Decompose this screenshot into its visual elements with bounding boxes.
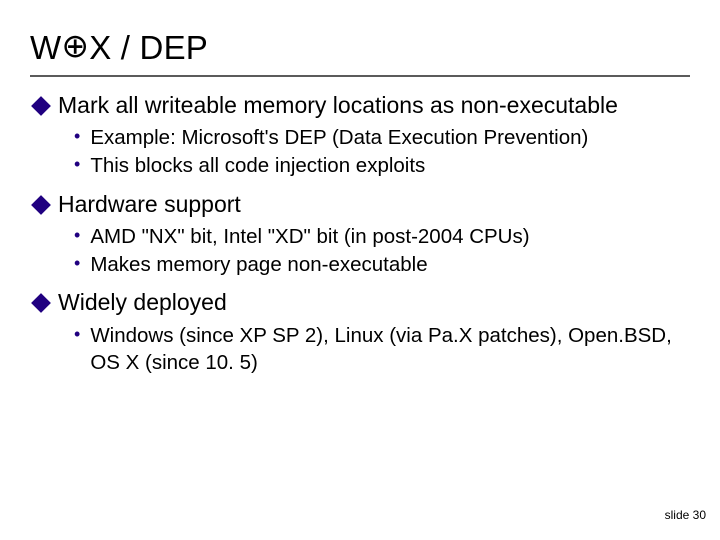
dot-icon: • [74,125,80,149]
sub-list: • AMD "NX" bit, Intel "XD" bit (in post-… [74,223,690,278]
dot-icon: • [74,252,80,276]
dot-icon: • [74,153,80,177]
bullet-l2-text: This blocks all code injection exploits [90,152,690,179]
title-rule [30,75,690,77]
diamond-icon [31,96,51,116]
diamond-icon [31,293,51,313]
diamond-icon [31,195,51,215]
section-2: Hardware support • AMD "NX" bit, Intel "… [30,190,690,279]
slide-number: slide 30 [665,508,706,522]
sub-list: • Example: Microsoft's DEP (Data Executi… [74,124,690,179]
bullet-l2-text: Example: Microsoft's DEP (Data Execution… [90,124,690,151]
bullet-l1: Widely deployed [34,288,690,317]
bullet-l2: • Makes memory page non-executable [74,251,690,278]
bullet-l1-text: Widely deployed [58,288,690,317]
bullet-l2-text: AMD "NX" bit, Intel "XD" bit (in post-20… [90,223,690,250]
title-post: X / DEP [89,29,208,66]
sub-list: • Windows (since XP SP 2), Linux (via Pa… [74,322,690,376]
bullet-l2-text: Windows (since XP SP 2), Linux (via Pa.X… [90,322,690,376]
dot-icon: • [74,323,80,347]
title-pre: W [30,29,61,66]
dot-icon: • [74,224,80,248]
bullet-l2-text: Makes memory page non-executable [90,251,690,278]
bullet-l1-text: Hardware support [58,190,690,219]
section-3: Widely deployed • Windows (since XP SP 2… [30,288,690,376]
bullet-l1: Mark all writeable memory locations as n… [34,91,690,120]
bullet-l2: • Windows (since XP SP 2), Linux (via Pa… [74,322,690,376]
bullet-l2: • AMD "NX" bit, Intel "XD" bit (in post-… [74,223,690,250]
slide-title: W⊕X / DEP [30,26,690,67]
bullet-l2: • Example: Microsoft's DEP (Data Executi… [74,124,690,151]
section-1: Mark all writeable memory locations as n… [30,91,690,180]
slide: W⊕X / DEP Mark all writeable memory loca… [0,0,720,540]
oplus-symbol: ⊕ [61,26,89,65]
bullet-l1-text: Mark all writeable memory locations as n… [58,91,690,120]
bullet-l2: • This blocks all code injection exploit… [74,152,690,179]
bullet-l1: Hardware support [34,190,690,219]
